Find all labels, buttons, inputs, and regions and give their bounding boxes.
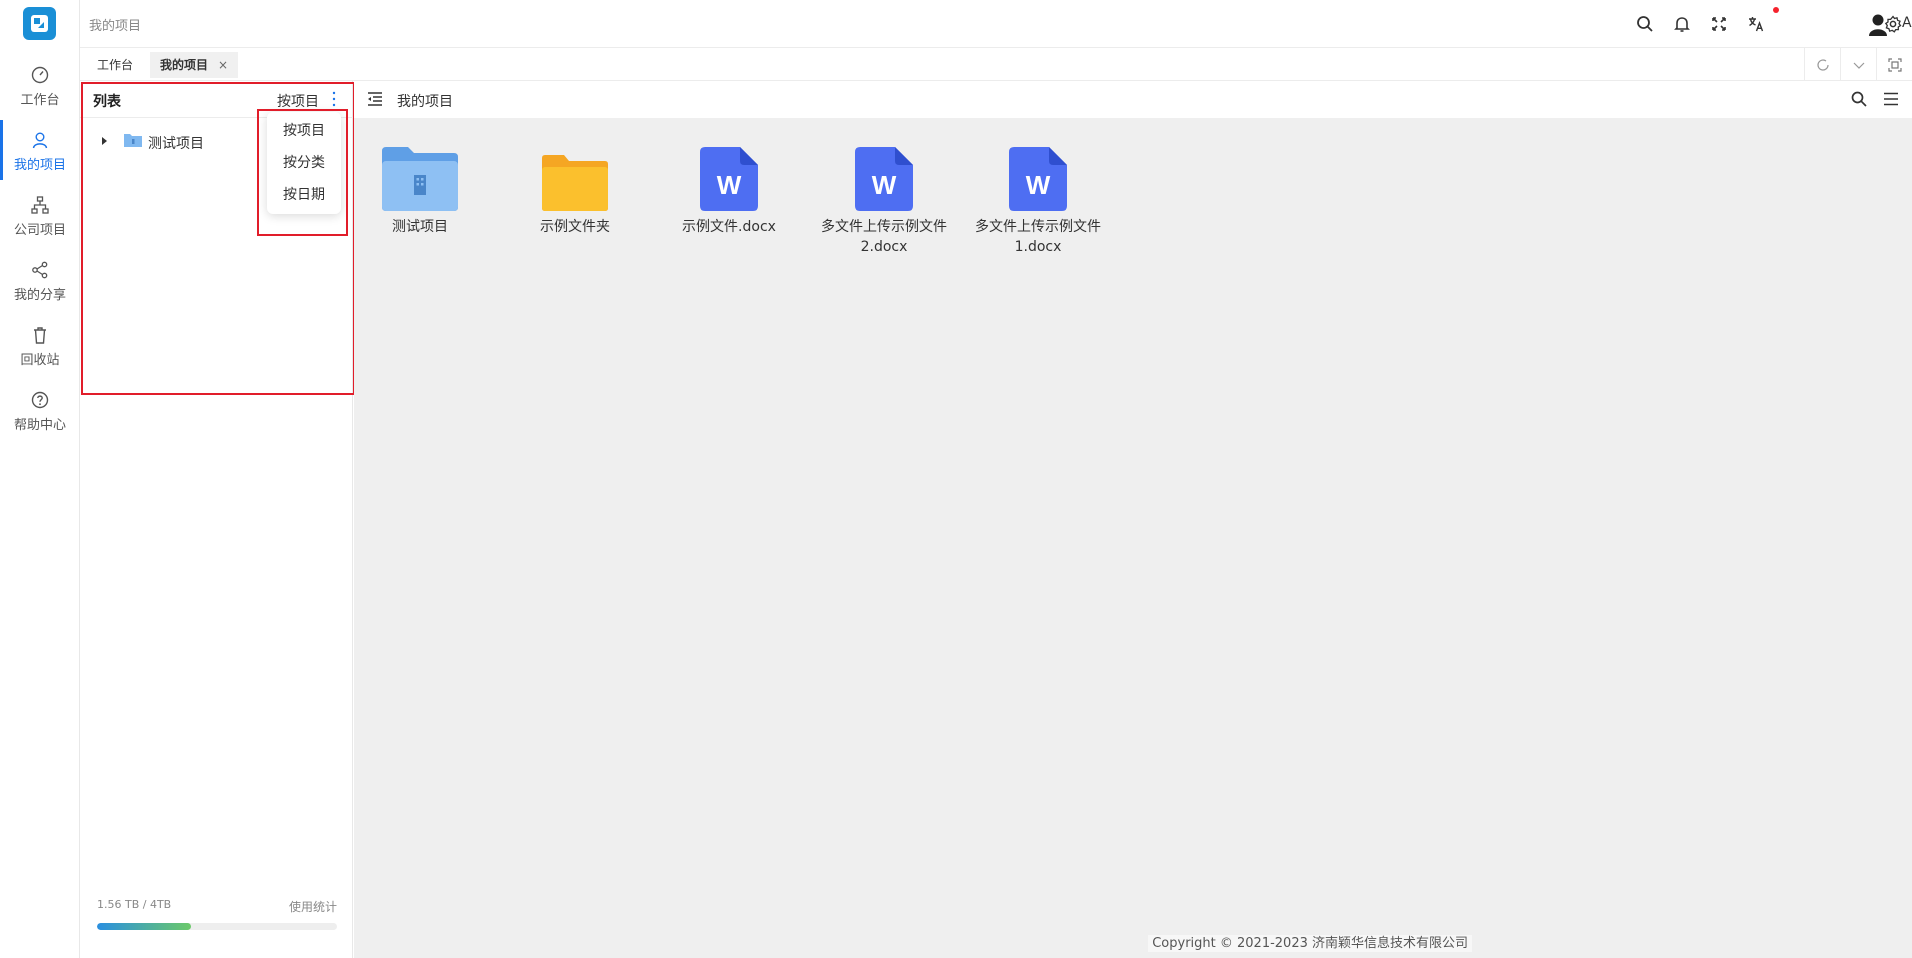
sidebar-item-label: 我的项目 <box>13 158 66 173</box>
collapse-panel-icon[interactable] <box>366 90 384 108</box>
svg-text:W: W <box>717 170 742 200</box>
storage-text: 1.56 TB / 4TB <box>97 898 172 911</box>
sidebar-item-label: 回收站 <box>20 353 60 368</box>
folder-title: 我的项目 <box>397 94 453 110</box>
sidebar-item-label: 帮助中心 <box>13 418 66 433</box>
file-browser-header: 我的项目 <box>354 81 1912 118</box>
file-name-line: 1.docx <box>1014 239 1062 255</box>
tab-close-icon[interactable]: × <box>218 58 228 72</box>
app-window: 工作台 我的项目 公司项目 我的分享 回收站 帮助中心 我的项目 A 工作台 我… <box>0 0 1912 958</box>
word-document-icon: W <box>700 147 758 211</box>
menu-icon[interactable] <box>1882 90 1900 108</box>
usage-stats-link[interactable]: 使用统计 <box>289 898 337 915</box>
file-item-example-folder[interactable]: 示例文件夹 <box>500 147 650 237</box>
sidebar-item-recycle-bin[interactable]: 回收站 <box>0 315 80 375</box>
sidebar-item-workbench[interactable]: 工作台 <box>0 55 80 115</box>
tab-label: 工作台 <box>97 58 134 72</box>
refresh-icon <box>1817 59 1829 71</box>
breadcrumb: 我的项目 <box>89 19 142 34</box>
org-icon <box>31 196 49 214</box>
file-item-multi-upload-1[interactable]: W 多文件上传示例文件 1.docx <box>963 147 1113 257</box>
translate-icon[interactable] <box>1746 14 1766 34</box>
share-icon <box>32 261 48 279</box>
help-icon <box>31 391 49 409</box>
project-folder-icon <box>382 147 458 211</box>
file-name: 示例文件.docx <box>682 219 776 235</box>
file-name: 示例文件夹 <box>540 219 610 235</box>
storage-progress-fill <box>97 923 191 930</box>
trash-icon <box>34 327 46 344</box>
file-item-test-project[interactable]: 测试项目 <box>345 147 495 237</box>
file-name: 多文件上传示例文件 1.docx <box>963 217 1113 257</box>
tab-dropdown-button[interactable] <box>1840 48 1876 81</box>
sidebar-item-label: 公司项目 <box>13 223 66 238</box>
sidebar-item-my-shares[interactable]: 我的分享 <box>0 250 80 310</box>
user-name[interactable]: Admin <box>1902 15 1912 31</box>
file-name: 多文件上传示例文件 2.docx <box>809 217 959 257</box>
sidebar-item-company-projects[interactable]: 公司项目 <box>0 185 80 245</box>
copyright-footer: Copyright © 2021-2023 济南颖华信息技术有限公司 <box>354 932 1472 952</box>
copyright-text: Copyright © 2021-2023 济南颖华信息技术有限公司 <box>1148 935 1472 952</box>
tab-bar: 工作台 我的项目 × <box>80 48 1912 81</box>
refresh-button[interactable] <box>1804 48 1840 81</box>
settings-icon[interactable] <box>1883 14 1903 34</box>
tab-my-projects[interactable]: 我的项目 × <box>150 52 239 78</box>
maximize-icon <box>1888 58 1902 72</box>
highlight-box-menu <box>257 109 348 236</box>
maximize-button[interactable] <box>1876 48 1912 81</box>
file-name-line: 2.docx <box>860 239 908 255</box>
svg-text:W: W <box>872 170 897 200</box>
folder-icon <box>542 155 608 211</box>
search-icon[interactable] <box>1850 90 1868 108</box>
tab-workbench[interactable]: 工作台 <box>87 52 143 78</box>
top-bar: 我的项目 Admin <box>80 0 1912 48</box>
dashboard-icon <box>31 66 49 84</box>
sidebar-item-help-center[interactable]: 帮助中心 <box>0 380 80 440</box>
user-icon <box>32 132 48 149</box>
sidebar-item-label: 工作台 <box>20 93 60 108</box>
tab-label: 我的项目 <box>160 58 209 72</box>
file-browser: 我的项目 测试项目 示例文件夹 W 示例文件.docx W 多文件上传示例文件 2… <box>354 81 1912 958</box>
word-document-icon: W <box>855 147 913 211</box>
file-name: 测试项目 <box>392 219 448 235</box>
chevron-down-icon <box>1853 62 1865 69</box>
fullscreen-icon[interactable] <box>1709 14 1729 34</box>
file-name-line: 多文件上传示例文件 <box>975 219 1101 235</box>
storage-progress-bar <box>97 923 337 930</box>
file-item-example-docx[interactable]: W 示例文件.docx <box>654 147 804 237</box>
bell-icon[interactable] <box>1672 14 1692 34</box>
notification-dot <box>1773 7 1779 13</box>
word-document-icon: W <box>1009 147 1067 211</box>
file-item-multi-upload-2[interactable]: W 多文件上传示例文件 2.docx <box>809 147 959 257</box>
file-name-line: 多文件上传示例文件 <box>821 219 947 235</box>
side-rail: 工作台 我的项目 公司项目 我的分享 回收站 帮助中心 <box>0 0 80 958</box>
sidebar-item-my-projects[interactable]: 我的项目 <box>0 120 80 180</box>
sidebar-item-label: 我的分享 <box>13 288 66 303</box>
svg-text:W: W <box>1026 170 1051 200</box>
app-logo[interactable] <box>23 7 56 40</box>
search-icon[interactable] <box>1635 14 1655 34</box>
